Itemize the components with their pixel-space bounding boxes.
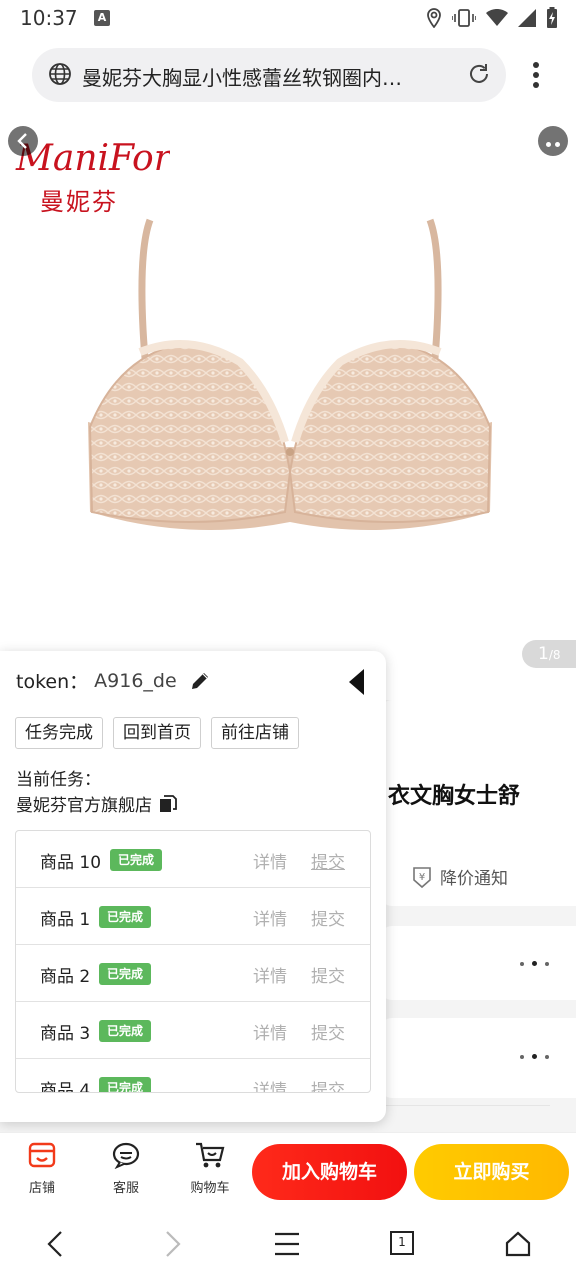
bottom-action-bar: 店铺 客服 购物车 加入购物车 立即购买 <box>0 1132 576 1208</box>
task-list: 商品 10 已完成 详情 提交 商品 1 已完成 详情 提交 商品 2 已完成 … <box>15 830 371 1093</box>
svg-text:ManiForm: ManiForm <box>15 138 170 179</box>
home-icon <box>505 1231 531 1257</box>
chevron-left-icon <box>47 1231 62 1257</box>
shop-label: 店铺 <box>28 1181 55 1196</box>
tab-count: 1 <box>398 1235 406 1249</box>
task-row: 商品 1 已完成 详情 提交 <box>16 888 370 945</box>
task-row: 商品 10 已完成 详情 提交 <box>16 831 370 888</box>
token-label: token： <box>16 671 89 693</box>
product-option-card-2[interactable] <box>380 1018 576 1098</box>
notification-icon: A <box>94 10 110 26</box>
product-option-card-1[interactable] <box>380 926 576 1000</box>
pencil-icon[interactable] <box>189 670 211 692</box>
add-to-cart-button[interactable]: 加入购物车 <box>252 1144 407 1200</box>
task-row: 商品 2 已完成 详情 提交 <box>16 945 370 1002</box>
cart-button[interactable]: 购物车 <box>180 1141 240 1196</box>
status-badge: 已完成 <box>99 906 152 928</box>
nav-home-button[interactable] <box>504 1230 532 1262</box>
current-task-label: 当前任务： <box>16 770 101 790</box>
panel-button-row: 任务完成 回到首页 前往店铺 <box>15 717 299 749</box>
chevron-right-icon <box>166 1231 181 1257</box>
goto-shop-button[interactable]: 前往店铺 <box>211 717 299 749</box>
wifi-icon <box>486 9 508 26</box>
status-badge: 已完成 <box>99 1077 152 1092</box>
product-title: 衣文胸女士舒 <box>388 784 521 809</box>
chat-icon <box>112 1142 140 1170</box>
status-icons <box>426 6 558 30</box>
price-tag-icon: ¥ <box>413 866 431 888</box>
signal-icon <box>518 9 536 27</box>
collapse-panel-icon[interactable] <box>346 667 366 697</box>
customer-service-button[interactable]: 客服 <box>96 1141 156 1196</box>
task-submit-link[interactable]: 提交 <box>311 1076 345 1092</box>
nav-tabs-button[interactable]: 1 <box>389 1230 415 1262</box>
task-submit-link[interactable]: 提交 <box>311 848 345 873</box>
task-detail-link[interactable]: 详情 <box>253 905 287 930</box>
reload-icon[interactable] <box>466 61 492 87</box>
more-button[interactable] <box>538 126 568 156</box>
shop-icon <box>28 1142 56 1168</box>
status-badge: 已完成 <box>99 963 152 985</box>
globe-icon <box>49 63 71 85</box>
price-alert-button[interactable]: ¥ 降价通知 <box>410 864 508 889</box>
task-detail-link[interactable]: 详情 <box>253 1076 287 1092</box>
svg-text:¥: ¥ <box>419 872 425 883</box>
task-submit-link[interactable]: 提交 <box>311 962 345 987</box>
task-panel: token： A916_de 任务完成 回到首页 前往店铺 当前任务： 曼妮芬官… <box>0 651 386 1122</box>
nav-forward-button[interactable] <box>160 1230 184 1262</box>
status-time: 10:37 <box>20 6 78 30</box>
hamburger-icon <box>275 1232 299 1256</box>
token-value: A916_de <box>94 669 177 692</box>
chevron-left-icon <box>17 133 27 149</box>
task-detail-link[interactable]: 详情 <box>253 848 287 873</box>
task-row: 商品 3 已完成 详情 提交 <box>16 1002 370 1059</box>
cart-icon <box>196 1142 225 1168</box>
product-image <box>88 218 492 530</box>
status-badge: 已完成 <box>99 1020 152 1042</box>
task-name: 商品 1 <box>40 910 91 930</box>
back-home-button[interactable]: 回到首页 <box>113 717 201 749</box>
location-icon <box>427 8 441 28</box>
task-name: 商品 4 <box>40 1081 91 1093</box>
task-complete-button[interactable]: 任务完成 <box>15 717 103 749</box>
image-page-indicator: 1/8 <box>522 640 576 668</box>
more-options-icon <box>520 960 550 968</box>
task-name: 商品 2 <box>40 967 91 987</box>
browser-menu-icon[interactable] <box>524 58 548 92</box>
back-button[interactable] <box>8 126 38 156</box>
task-detail-link[interactable]: 详情 <box>253 1019 287 1044</box>
task-name: 商品 3 <box>40 1024 91 1044</box>
token-row: token： A916_de <box>16 667 211 694</box>
cart-label: 购物车 <box>190 1181 230 1196</box>
copy-icon[interactable] <box>158 794 178 814</box>
more-options-icon <box>520 1053 550 1061</box>
task-name: 商品 10 <box>40 853 102 873</box>
task-submit-link[interactable]: 提交 <box>311 905 345 930</box>
divider <box>386 1105 550 1106</box>
nav-menu-button[interactable] <box>274 1230 300 1262</box>
nav-back-button[interactable] <box>44 1230 68 1262</box>
product-gallery[interactable]: ManiForm 曼妮芬 1/8 <box>0 112 576 672</box>
address-bar[interactable]: 曼妮芬大胸显小性感蕾丝软钢圈内… <box>32 48 506 102</box>
shop-button[interactable]: 店铺 <box>12 1141 72 1196</box>
current-task-name: 曼妮芬官方旗舰店 <box>16 791 178 816</box>
task-row: 商品 4 已完成 详情 提交 <box>16 1059 370 1093</box>
battery-icon <box>547 7 557 28</box>
buy-now-button[interactable]: 立即购买 <box>414 1144 569 1200</box>
vibrate-icon <box>452 9 476 27</box>
task-submit-link[interactable]: 提交 <box>311 1019 345 1044</box>
task-detail-link[interactable]: 详情 <box>253 962 287 987</box>
current-task-text: 曼妮芬官方旗舰店 <box>16 796 152 816</box>
service-label: 客服 <box>112 1181 139 1196</box>
status-badge: 已完成 <box>110 849 163 871</box>
url-text[interactable]: 曼妮芬大胸显小性感蕾丝软钢圈内… <box>82 62 452 91</box>
system-nav-bar: 1 <box>0 1208 576 1280</box>
status-bar: 10:37 A <box>0 0 576 36</box>
